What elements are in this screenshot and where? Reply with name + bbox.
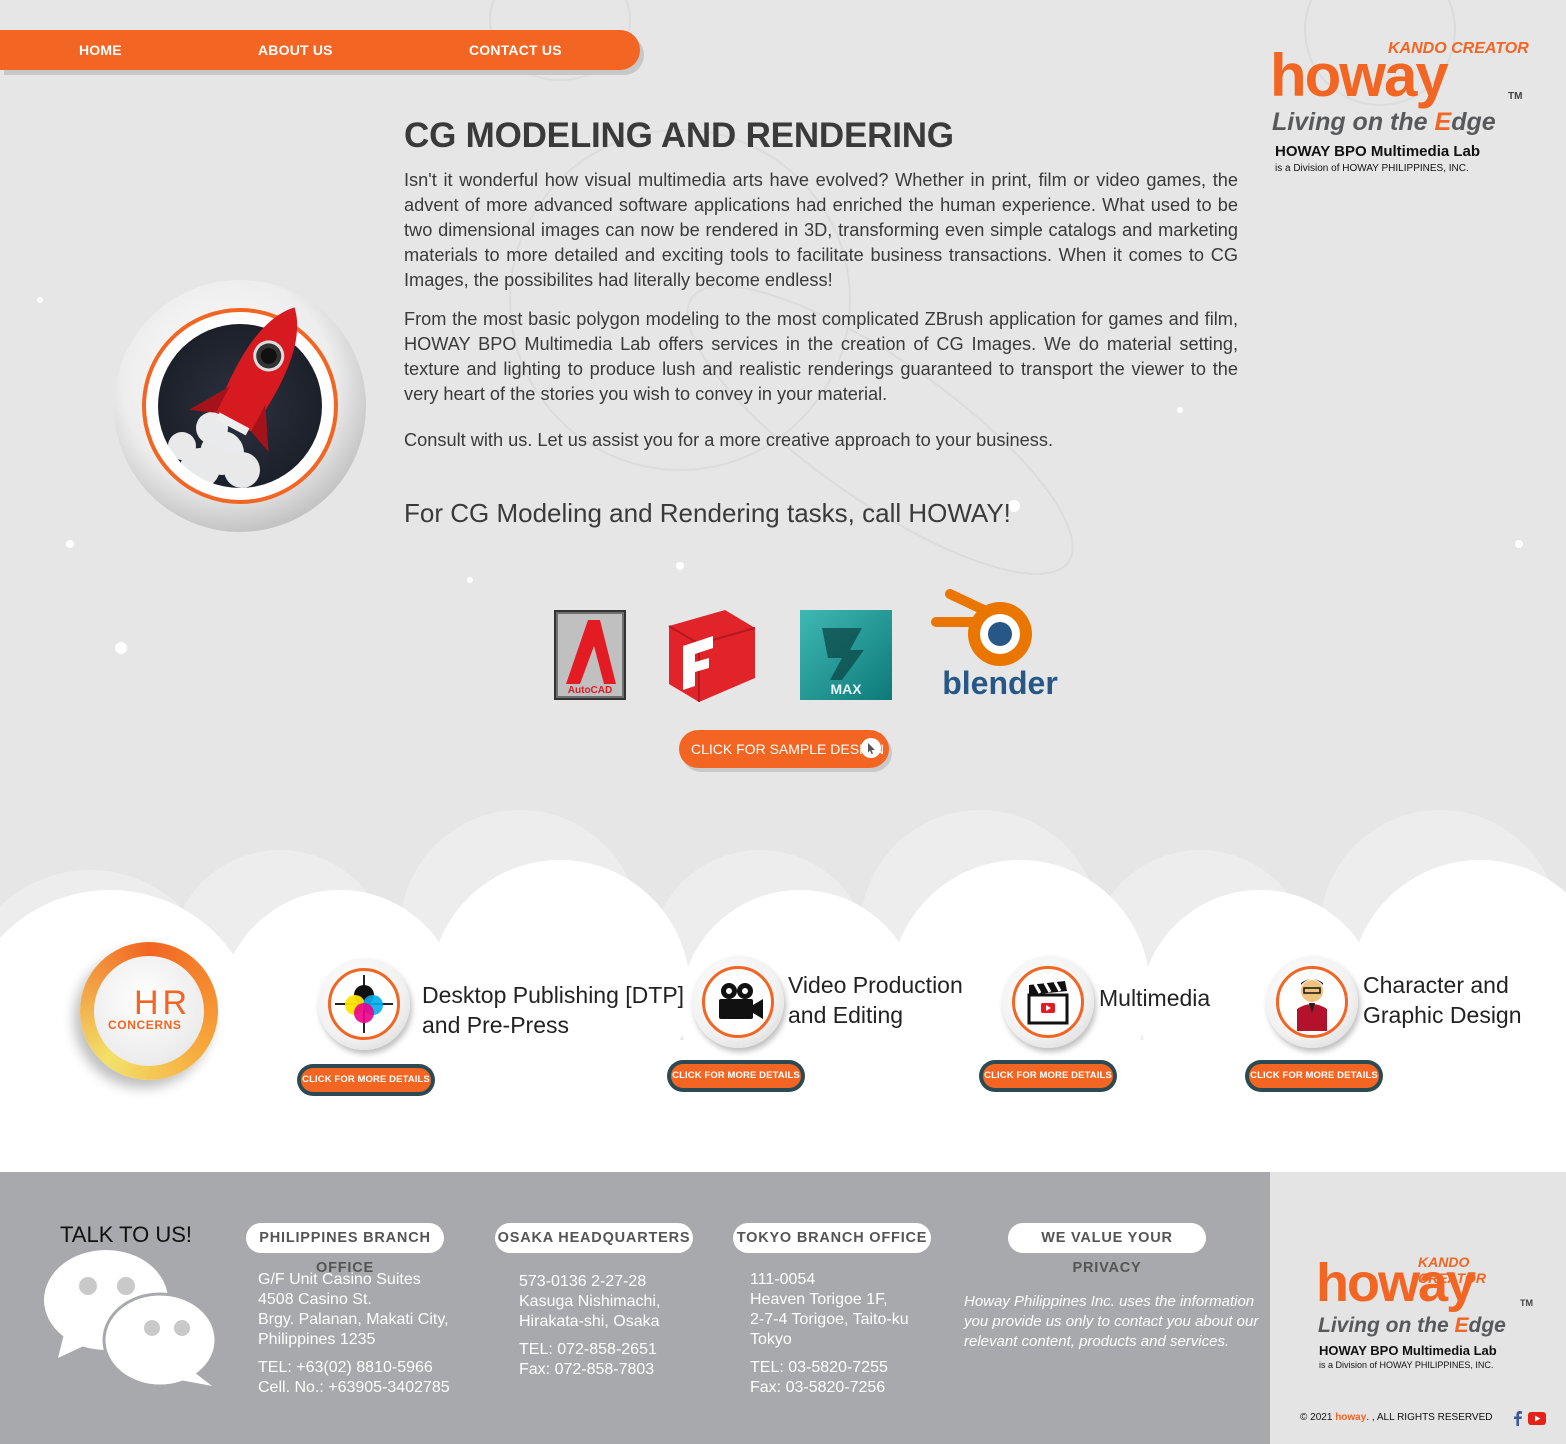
dtp-service-title: Desktop Publishing [DTP] and Pre-Press: [422, 982, 685, 1038]
character-avatar-icon: [1297, 979, 1327, 1031]
video-service-icon: [692, 956, 784, 1048]
3dsmax-logo-icon: MAX: [800, 610, 892, 700]
sample-design-button[interactable]: CLICK FOR SAMPLE DESIGN: [679, 730, 889, 768]
top-navigation: HOME ABOUT US CONTACT US: [0, 30, 640, 70]
footer-logo-tagline: Living on the Edge: [1318, 1314, 1506, 1337]
chat-bubbles-icon[interactable]: [44, 1250, 220, 1390]
3dsmax-label: MAX: [830, 681, 862, 697]
nav-about-us-link[interactable]: ABOUT US: [258, 42, 333, 58]
logo-division-text: is a Division of HOWAY PHILIPPINES, INC.: [1275, 163, 1469, 174]
copyright: © 2021 howay. , ALL RIGHTS RESERVED: [1300, 1412, 1493, 1423]
privacy-text: Howay Philippines Inc. uses the informat…: [964, 1293, 1259, 1350]
footer-howay-logo[interactable]: KANDO CREATOR howay TM Living on the Edg…: [1316, 1250, 1536, 1380]
howay-logo[interactable]: KANDO CREATOR howay TM Living on the Edg…: [1270, 36, 1540, 176]
nav-contact-us-link[interactable]: CONTACT US: [469, 42, 562, 58]
footer-logo-lab-name: HOWAY BPO Multimedia Lab: [1319, 1343, 1497, 1358]
character-more-details-button[interactable]: CLICK FOR MORE DETAILS: [1245, 1060, 1383, 1092]
services-paragraph: From the most basic polygon modeling to …: [404, 309, 1238, 404]
logo-tagline: Living on the Edge: [1272, 108, 1496, 136]
philippines-office-heading: PHILIPPINES BRANCH OFFICE: [246, 1223, 444, 1276]
footer-logo-division: is a Division of HOWAY PHILIPPINES, INC.: [1319, 1360, 1494, 1370]
multimedia-more-details-button[interactable]: CLICK FOR MORE DETAILS: [979, 1060, 1117, 1092]
autocad-label: AutoCAD: [568, 685, 612, 696]
clapperboard-icon: [1027, 981, 1069, 1025]
hr-concerns-inner: HR CONCERNS: [94, 956, 204, 1066]
dtp-more-details-button[interactable]: CLICK FOR MORE DETAILS: [297, 1064, 435, 1096]
osaka-office-heading: OSAKA HEADQUARTERS: [495, 1223, 693, 1253]
rocket-emblem-icon: [114, 280, 366, 532]
facebook-icon[interactable]: [1512, 1410, 1524, 1426]
hr-concerns-button[interactable]: HR CONCERNS: [80, 942, 218, 1080]
cmyk-target-icon: [335, 975, 393, 1033]
character-service-title: Character and Graphic Design: [1363, 972, 1522, 1028]
character-service-icon: [1266, 956, 1358, 1048]
copyright-brand: howay: [1335, 1412, 1367, 1423]
cursor-icon: [861, 738, 881, 758]
privacy-heading: WE VALUE YOUR PRIVACY: [1008, 1223, 1206, 1276]
osaka-office-address: 573-0136 2-27-28 Kasuga Nishimachi, Hira…: [519, 1273, 661, 1378]
philippines-office-address: G/F Unit Casino Suites 4508 Casino St. B…: [258, 1271, 450, 1396]
dtp-service-icon: [318, 958, 410, 1050]
sample-design-label: CLICK FOR SAMPLE DESIGN: [691, 741, 884, 757]
multimedia-service-icon: [1002, 956, 1094, 1048]
tokyo-office-heading: TOKYO BRANCH OFFICE: [733, 1223, 931, 1253]
video-more-details-button[interactable]: CLICK FOR MORE DETAILS: [667, 1060, 805, 1092]
blender-logo-icon: blender: [931, 589, 1058, 698]
sketchup-logo-icon: [668, 610, 756, 702]
logo-lab-name: HOWAY BPO Multimedia Lab: [1275, 143, 1481, 160]
video-camera-icon: [719, 983, 763, 1019]
logo-trademark: TM: [1508, 91, 1523, 102]
video-service-title: Video Production and Editing: [788, 972, 963, 1028]
footer-logo-trademark: TM: [1520, 1298, 1533, 1308]
youtube-icon[interactable]: [1528, 1412, 1546, 1425]
autocad-logo-icon: AutoCAD: [554, 610, 626, 700]
consult-text: Consult with us. Let us assist you for a…: [404, 430, 1054, 450]
concerns-label: CONCERNS: [108, 1018, 182, 1032]
footer-logo-wordmark: howay: [1316, 1253, 1476, 1313]
page-title: CG MODELING AND RENDERING: [404, 116, 954, 155]
blender-label: blender: [942, 665, 1058, 698]
tokyo-office-address: 111-0054 Heaven Torigoe 1F, 2-7-4 Torigo…: [750, 1271, 909, 1396]
logo-wordmark: howay: [1270, 42, 1449, 109]
intro-paragraph: Isn't it wonderful how visual multimedia…: [404, 170, 1238, 290]
talk-to-us-heading: TALK TO US!: [60, 1222, 193, 1247]
call-to-action-text: For CG Modeling and Rendering tasks, cal…: [404, 498, 1011, 528]
nav-home-link[interactable]: HOME: [79, 42, 122, 58]
multimedia-service-title: Multimedia: [1099, 985, 1211, 1011]
